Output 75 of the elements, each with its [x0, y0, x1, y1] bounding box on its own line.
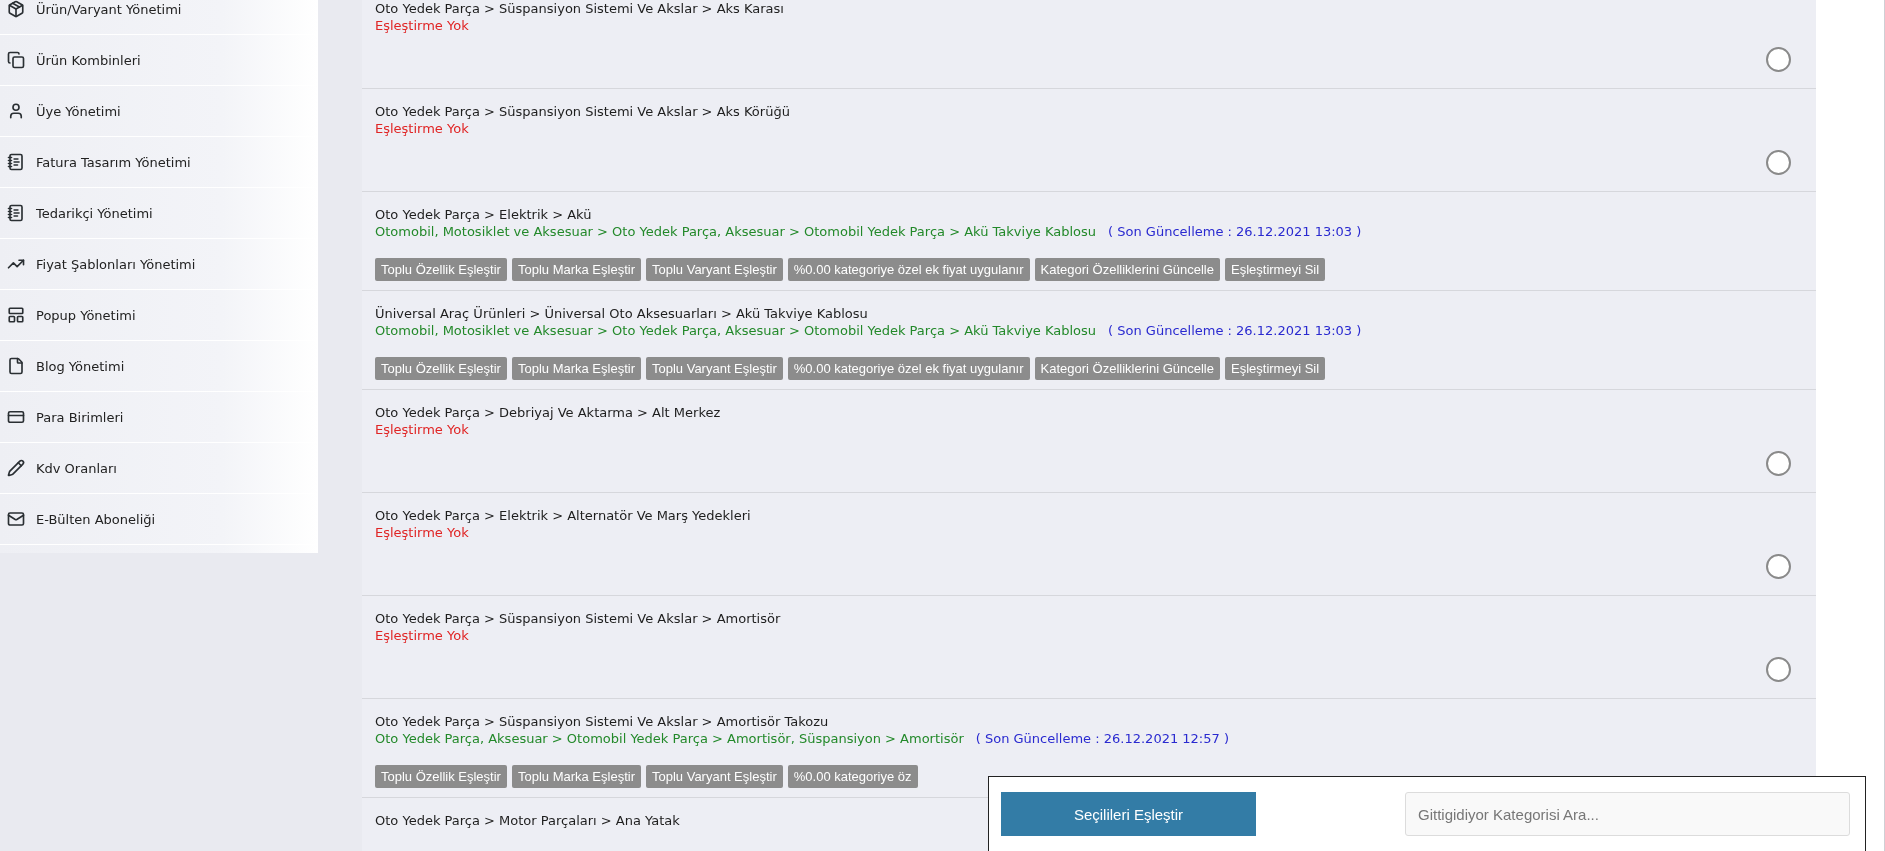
mapped-category: Otomobil, Motosiklet ve Aksesuar > Oto Yedek Parça, Aksesuar > Otomobil Yedek Parça > Akü Takviye Kablosu	[375, 322, 1097, 339]
user-icon	[7, 102, 25, 120]
sidebar-label: Tedarikçi Yönetimi	[36, 205, 153, 221]
action-button[interactable]: Eşleştirmeyi Sil	[1225, 357, 1326, 380]
mapped-category: Otomobil, Motosiklet ve Aksesuar > Oto Yedek Parça, Aksesuar > Otomobil Yedek Parça > Akü Takviye Kablosu	[375, 223, 1097, 240]
mapped-category: Oto Yedek Parça, Aksesuar > Otomobil Yedek Parça > Amortisör, Süspansiyon > Amortisör	[375, 730, 964, 747]
file-icon	[7, 357, 25, 375]
sidebar-label: Kdv Oranları	[36, 460, 117, 476]
sidebar-label: Ürün/Varyant Yönetimi	[36, 1, 182, 17]
category-path: Oto Yedek Parça > Elektrik > Alternatör Ve Marş Yedekleri	[375, 507, 751, 524]
mapping-status: Eşleştirme Yok	[375, 627, 469, 644]
mapping-status: Eşleştirme Yok	[375, 421, 469, 438]
select-radio[interactable]	[1766, 451, 1791, 476]
category-search-field[interactable]: Gittigidiyor Kategorisi Ara...	[1405, 792, 1850, 836]
sidebar-label: Blog Yönetimi	[36, 358, 125, 374]
action-button[interactable]: Toplu Özellik Eşleştir	[375, 258, 507, 281]
sidebar-label: Para Birimleri	[36, 409, 124, 425]
mapping-status: Eşleştirme Yok	[375, 17, 469, 34]
sidebar-item[interactable]: Kdv Oranları	[0, 443, 318, 494]
sidebar-label: Fatura Tasarım Yönetimi	[36, 154, 191, 170]
sidebar-label: Popup Yönetimi	[36, 307, 136, 323]
notebook-icon	[7, 204, 25, 222]
sidebar-item[interactable]: Ürün Kombinleri	[0, 35, 318, 86]
action-button[interactable]: %0.00 kategoriye özel ek fiyat uygulanır	[787, 357, 1030, 380]
sidebar-item[interactable]: Üye Yönetimi	[0, 86, 318, 137]
action-button[interactable]: Toplu Marka Eşleştir	[511, 258, 641, 281]
action-button[interactable]: Toplu Marka Eşleştir	[511, 357, 641, 380]
action-button[interactable]: Kategori Özelliklerini Güncelle	[1034, 258, 1220, 281]
category-path: Oto Yedek Parça > Süspansiyon Sistemi Ve Akslar > Amortisör	[375, 610, 781, 627]
sidebar-item[interactable]: Popup Yönetimi	[0, 290, 318, 341]
action-button[interactable]: %0.00 kategoriye özel ek fiyat uygulanır	[787, 258, 1030, 281]
select-radio[interactable]	[1766, 657, 1791, 682]
sidebar-item[interactable]: Ürün/Varyant Yönetimi	[0, 0, 318, 35]
match-selected-button[interactable]: Seçilileri Eşleştir	[1001, 792, 1256, 836]
sidebar-item[interactable]: Blog Yönetimi	[0, 341, 318, 392]
sidebar-item[interactable]: Para Birimleri	[0, 392, 318, 443]
last-update: ( Son Güncelleme : 26.12.2021 13:03 )	[1108, 223, 1362, 240]
layout-icon	[7, 306, 25, 324]
notebook-icon	[7, 153, 25, 171]
action-button[interactable]: %0.00 kategoriye öz	[787, 765, 918, 788]
box-icon	[7, 0, 25, 18]
action-button[interactable]: Toplu Varyant Eşleştir	[646, 357, 783, 380]
select-radio[interactable]	[1766, 150, 1791, 175]
category-path: Oto Yedek Parça > Süspansiyon Sistemi Ve Akslar > Aks Karası	[375, 0, 784, 17]
mail-icon	[7, 510, 25, 528]
category-path: Üniversal Araç Ürünleri > Üniversal Oto Aksesuarları > Akü Takviye Kablosu	[375, 305, 868, 322]
category-path: Oto Yedek Parça > Motor Parçaları > Ana Yatak	[375, 812, 680, 829]
copy-icon	[7, 51, 25, 69]
sidebar-item[interactable]: Fatura Tasarım Yönetimi	[0, 137, 318, 188]
select-radio[interactable]	[1766, 554, 1791, 579]
category-path: Oto Yedek Parça > Debriyaj Ve Aktarma > Alt Merkez	[375, 404, 721, 421]
action-button[interactable]: Toplu Özellik Eşleştir	[375, 765, 507, 788]
select-radio[interactable]	[1766, 47, 1791, 72]
category-path: Oto Yedek Parça > Süspansiyon Sistemi Ve Akslar > Aks Körüğü	[375, 103, 790, 120]
action-button[interactable]: Toplu Varyant Eşleştir	[646, 258, 783, 281]
last-update: ( Son Güncelleme : 26.12.2021 12:57 )	[975, 730, 1229, 747]
sidebar-item[interactable]: Fiyat Şablonları Yönetimi	[0, 239, 318, 290]
category-path: Oto Yedek Parça > Elektrik > Akü	[375, 206, 592, 223]
action-button[interactable]: Eşleştirmeyi Sil	[1225, 258, 1326, 281]
last-update: ( Son Güncelleme : 26.12.2021 13:03 )	[1108, 322, 1362, 339]
sidebar-label: Ürün Kombinleri	[36, 52, 141, 68]
action-button[interactable]: Kategori Özelliklerini Güncelle	[1034, 357, 1220, 380]
action-button[interactable]: Toplu Varyant Eşleştir	[646, 765, 783, 788]
action-button[interactable]: Toplu Marka Eşleştir	[511, 765, 641, 788]
action-button[interactable]: Toplu Özellik Eşleştir	[375, 357, 507, 380]
sidebar-label: E-Bülten Aboneliği	[36, 511, 156, 527]
mapping-status: Eşleştirme Yok	[375, 524, 469, 541]
card-icon	[7, 408, 25, 426]
sidebar-label: Fiyat Şablonları Yönetimi	[36, 256, 196, 272]
sidebar-label: Üye Yönetimi	[36, 103, 121, 119]
sidebar-item[interactable]: Tedarikçi Yönetimi	[0, 188, 318, 239]
mapping-status: Eşleştirme Yok	[375, 120, 469, 137]
sidebar-item[interactable]: E-Bülten Aboneliği	[0, 494, 318, 545]
category-path: Oto Yedek Parça > Süspansiyon Sistemi Ve Akslar > Amortisör Takozu	[375, 713, 829, 730]
pencil-icon	[7, 459, 25, 477]
